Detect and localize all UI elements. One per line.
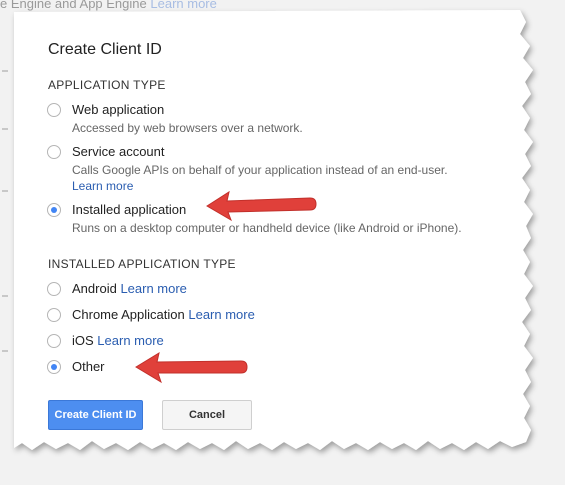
- radio-web-application[interactable]: [47, 103, 61, 117]
- other-label[interactable]: Other: [72, 359, 105, 374]
- radio-service-account[interactable]: [47, 145, 61, 159]
- service-account-learn-more-link[interactable]: Learn more: [72, 179, 133, 193]
- installed-application-type-heading: INSTALLED APPLICATION TYPE: [48, 257, 236, 271]
- ios-label[interactable]: iOS: [72, 333, 94, 348]
- radio-chrome-application[interactable]: [47, 308, 61, 322]
- radio-other[interactable]: [47, 360, 61, 374]
- radio-installed-application[interactable]: [47, 203, 61, 217]
- ios-learn-more-link[interactable]: Learn more: [97, 333, 163, 348]
- dialog-title: Create Client ID: [48, 41, 162, 58]
- android-learn-more-link[interactable]: Learn more: [120, 281, 186, 296]
- radio-ios[interactable]: [47, 334, 61, 348]
- installed-application-label[interactable]: Installed application: [72, 202, 186, 217]
- chrome-application-label[interactable]: Chrome Application: [72, 307, 185, 322]
- create-client-id-dialog: Create Client ID APPLICATION TYPE Web ap…: [0, 0, 565, 485]
- ios-option: iOS Learn more: [72, 333, 164, 348]
- web-application-label[interactable]: Web application: [72, 102, 164, 117]
- web-application-description: Accessed by web browsers over a network.: [72, 121, 303, 135]
- installed-application-description: Runs on a desktop computer or handheld d…: [72, 221, 462, 235]
- android-option: Android Learn more: [72, 281, 187, 296]
- create-client-id-button[interactable]: Create Client ID: [48, 400, 143, 430]
- chrome-application-learn-more-link[interactable]: Learn more: [188, 307, 254, 322]
- service-account-description: Calls Google APIs on behalf of your appl…: [72, 163, 448, 177]
- android-label[interactable]: Android: [72, 281, 117, 296]
- service-account-label[interactable]: Service account: [72, 144, 165, 159]
- cancel-button[interactable]: Cancel: [162, 400, 252, 430]
- red-arrow-icon: [206, 190, 317, 222]
- radio-android[interactable]: [47, 282, 61, 296]
- application-type-heading: APPLICATION TYPE: [48, 78, 166, 92]
- chrome-application-option: Chrome Application Learn more: [72, 307, 255, 322]
- red-arrow-icon: [135, 351, 248, 384]
